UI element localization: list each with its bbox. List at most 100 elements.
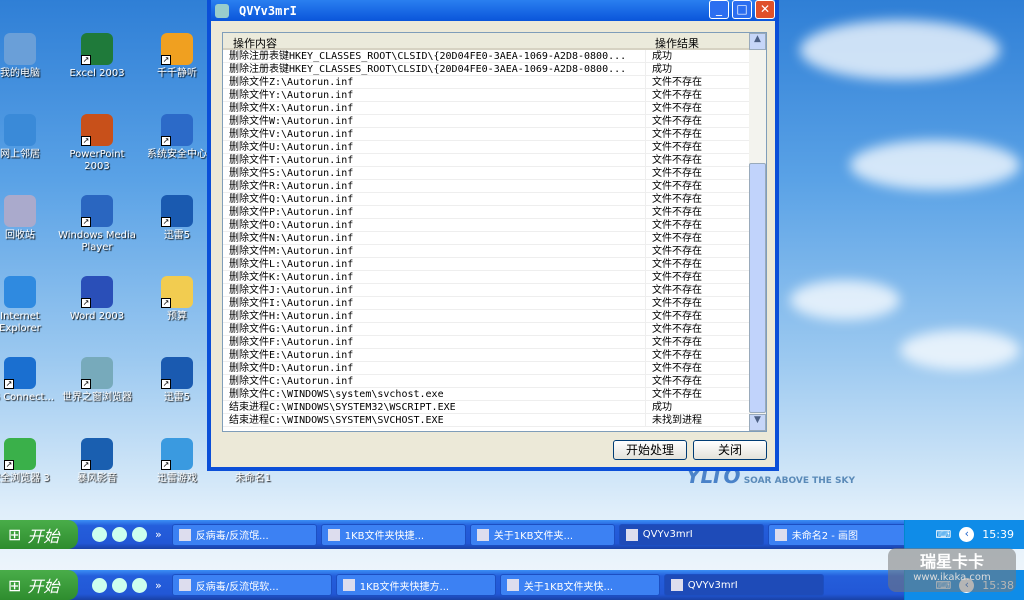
green-app-icon[interactable]: [132, 577, 147, 593]
table-row[interactable]: 删除文件E:\Autorun.inf 文件不存在: [223, 349, 766, 362]
table-row[interactable]: 删除文件Y:\Autorun.inf 文件不存在: [223, 89, 766, 102]
table-row[interactable]: 删除文件D:\Autorun.inf 文件不存在: [223, 362, 766, 375]
desktop-icon[interactable]: ↗ 迅雷游戏: [137, 438, 217, 485]
start-button[interactable]: ⊞ 开始: [0, 570, 78, 600]
desktop-icon-image: [4, 114, 36, 146]
desktop-icon-image: ↗: [81, 276, 113, 308]
ie-icon[interactable]: [92, 577, 107, 593]
desktop-icon[interactable]: 回收站: [0, 195, 60, 242]
vertical-scrollbar[interactable]: ▲ ▼: [749, 33, 766, 431]
shortcut-arrow-icon: ↗: [4, 460, 14, 470]
start-button[interactable]: ⊞ 开始: [0, 520, 78, 549]
taskbar-button[interactable]: 关于1KB文件夹快...: [499, 574, 660, 596]
column-header-operation[interactable]: 操作内容: [223, 33, 645, 50]
table-row[interactable]: 删除文件C:\Autorun.inf 文件不存在: [223, 375, 766, 388]
taskbar-button[interactable]: 关于1KB文件夹...: [469, 523, 615, 546]
desktop-icon[interactable]: ↗ 安全浏览器 3: [0, 438, 60, 485]
desktop-icon[interactable]: ↗ Windows Media Player: [57, 195, 137, 254]
desktop-icon[interactable]: ↗ Excel 2003: [57, 33, 137, 80]
taskbar-lower: ⊞ 开始 » 反病毒/反流氓软... 1KB文件夹快捷方... 关于1KB文件夹快... Q…: [0, 570, 1024, 600]
desktop-icon-label: Windows Media Player: [58, 230, 136, 253]
desktop-icon[interactable]: ↗ PowerPoint 2003: [57, 114, 137, 173]
table-row[interactable]: 删除文件Q:\Autorun.inf 文件不存在: [223, 193, 766, 206]
taskbar-upper: ⊞ 开始 » 反病毒/反流氓... 1KB文件夹快捷... 关于1KB文件夹... QVYv…: [0, 520, 1024, 549]
scroll-down-icon[interactable]: ▼: [749, 414, 766, 431]
table-row[interactable]: 删除文件I:\Autorun.inf 文件不存在: [223, 297, 766, 310]
table-row[interactable]: 删除文件X:\Autorun.inf 文件不存在: [223, 102, 766, 115]
scroll-up-icon[interactable]: ▲: [749, 33, 766, 50]
table-row[interactable]: 删除文件Z:\Autorun.inf 文件不存在: [223, 76, 766, 89]
desktop-icon[interactable]: ↗ 世界之窗浏览器: [57, 357, 137, 404]
task-app-icon: [670, 579, 683, 591]
scroll-thumb[interactable]: [749, 163, 766, 413]
table-row[interactable]: 删除文件J:\Autorun.inf 文件不存在: [223, 284, 766, 297]
desktop-icon[interactable]: 网上邻居: [0, 114, 60, 161]
task-label: 关于1KB文件夹...: [493, 531, 574, 542]
table-row[interactable]: 结束进程C:\WINDOWS\SYSTEM32\WSCRIPT.EXE 成功: [223, 401, 766, 414]
table-row[interactable]: 删除文件R:\Autorun.inf 文件不存在: [223, 180, 766, 193]
table-row[interactable]: 删除注册表键HKEY_CLASSES_ROOT\CLSID\{20D04FE0-…: [223, 50, 766, 63]
desktop-icon[interactable]: ↗ 系统安全中心: [137, 114, 217, 161]
browser-icon[interactable]: [112, 577, 127, 593]
desktop-icon[interactable]: ↗ 预算: [137, 276, 217, 323]
table-row[interactable]: 删除文件V:\Autorun.inf 文件不存在: [223, 128, 766, 141]
table-row[interactable]: 删除文件N:\Autorun.inf 文件不存在: [223, 232, 766, 245]
table-row[interactable]: 删除文件W:\Autorun.inf 文件不存在: [223, 115, 766, 128]
table-row[interactable]: 删除文件K:\Autorun.inf 文件不存在: [223, 271, 766, 284]
shortcut-arrow-icon: ↗: [4, 379, 14, 389]
column-header-result[interactable]: 操作结果: [645, 33, 709, 50]
desktop-icon-image: ↗: [161, 276, 193, 308]
keyboard-icon[interactable]: ⌨: [935, 528, 951, 541]
browser-icon[interactable]: [112, 527, 127, 542]
expand-tray-icon[interactable]: ‹: [959, 527, 975, 542]
clock[interactable]: 15:39: [982, 528, 1014, 541]
taskbar-button[interactable]: 反病毒/反流氓软...: [171, 574, 332, 596]
table-row[interactable]: 删除文件U:\Autorun.inf 文件不存在: [223, 141, 766, 154]
maximize-button[interactable]: □: [732, 0, 752, 19]
shortcut-arrow-icon: ↗: [161, 55, 171, 65]
table-row[interactable]: 删除文件F:\Autorun.inf 文件不存在: [223, 336, 766, 349]
desktop-icon[interactable]: ↗ 3G Connect...: [0, 357, 60, 404]
chevron-icon[interactable]: »: [155, 528, 162, 541]
desktop-icon[interactable]: ↗ 千千静听: [137, 33, 217, 80]
minimize-button[interactable]: _: [709, 0, 729, 19]
task-app-icon: [342, 579, 355, 591]
taskbar-button[interactable]: QVYv3mrI: [663, 574, 824, 596]
table-row[interactable]: 删除文件P:\Autorun.inf 文件不存在: [223, 206, 766, 219]
table-row[interactable]: 删除文件G:\Autorun.inf 文件不存在: [223, 323, 766, 336]
green-app-icon[interactable]: [132, 527, 147, 542]
table-row[interactable]: 删除文件M:\Autorun.inf 文件不存在: [223, 245, 766, 258]
taskbar-button[interactable]: 未命名2 - 画图: [767, 523, 913, 546]
taskbar-button[interactable]: 1KB文件夹快捷...: [320, 523, 466, 546]
shortcut-arrow-icon: ↗: [81, 460, 91, 470]
table-row[interactable]: 删除注册表键HKEY_CLASSES_ROOT\CLSID\{20D04FE0-…: [223, 63, 766, 76]
table-row[interactable]: 删除文件T:\Autorun.inf 文件不存在: [223, 154, 766, 167]
ie-icon[interactable]: [92, 527, 107, 542]
scan-result-window: QVYv3mrI _ □ ✕ 操作内容 操作结果 删除注册表键HKEY_CLASS…: [207, 0, 779, 471]
table-row[interactable]: 删除文件S:\Autorun.inf 文件不存在: [223, 167, 766, 180]
result-cell: 文件不存在: [645, 336, 749, 348]
desktop-icon[interactable]: ↗ 迅雷5: [137, 357, 217, 404]
table-row[interactable]: 删除文件C:\WINDOWS\system\svchost.exe 文件不存在: [223, 388, 766, 401]
desktop-icon[interactable]: ↗ Word 2003: [57, 276, 137, 323]
taskbar-button[interactable]: 1KB文件夹快捷方...: [335, 574, 496, 596]
desktop-icon[interactable]: Internet Explorer: [0, 276, 60, 335]
close-window-button[interactable]: ✕: [755, 0, 775, 19]
result-cell: 文件不存在: [645, 362, 749, 374]
taskbar-button[interactable]: 反病毒/反流氓...: [171, 523, 317, 546]
table-row[interactable]: 删除文件L:\Autorun.inf 文件不存在: [223, 258, 766, 271]
desktop-icon[interactable]: ↗ 迅雷5: [137, 195, 217, 242]
desktop-icon[interactable]: 我的电脑: [0, 33, 60, 80]
chevron-icon[interactable]: »: [155, 579, 162, 592]
table-row[interactable]: 删除文件H:\Autorun.inf 文件不存在: [223, 310, 766, 323]
close-button[interactable]: 关闭: [693, 440, 767, 460]
table-row[interactable]: 结束进程C:\WINDOWS\SYSTEM\SVCHOST.EXE 未找到进程: [223, 414, 766, 427]
taskbar-button[interactable]: QVYv3mrI: [618, 523, 764, 546]
title-bar[interactable]: QVYv3mrI: [211, 0, 775, 21]
start-processing-button[interactable]: 开始处理: [613, 440, 687, 460]
task-app-icon: [178, 528, 191, 541]
desktop-icon[interactable]: ↗ 暴风影音: [57, 438, 137, 485]
desktop-icon-image: ↗: [161, 114, 193, 146]
table-row[interactable]: 删除文件O:\Autorun.inf 文件不存在: [223, 219, 766, 232]
result-cell: 文件不存在: [645, 219, 749, 231]
